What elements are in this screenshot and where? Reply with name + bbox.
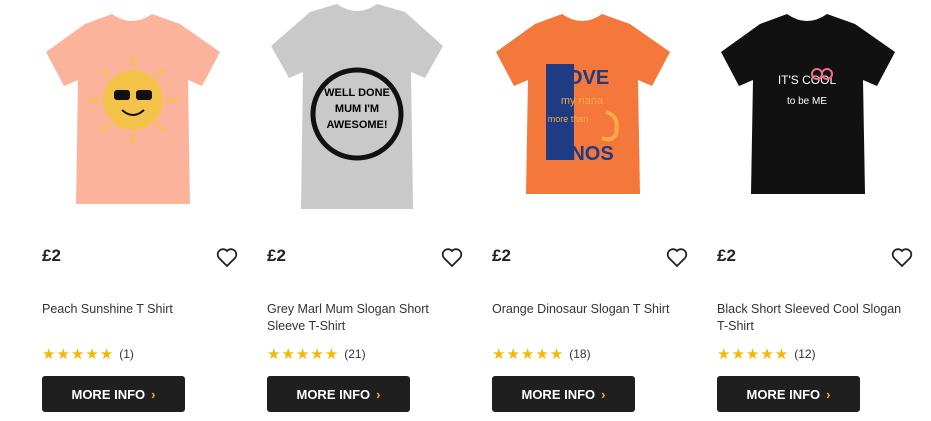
- more-info-button[interactable]: MORE INFO ›: [717, 376, 860, 412]
- product-card: WELL DONE MUM I'M AWESOME! £2 Grey Marl …: [255, 0, 463, 421]
- heart-outline-icon[interactable]: [665, 245, 689, 269]
- svg-text:IT'S COOL: IT'S COOL: [778, 73, 837, 87]
- product-title[interactable]: Grey Marl Mum Slogan Short Sleeve T-Shir…: [267, 301, 455, 335]
- chevron-right-icon: ›: [826, 386, 831, 402]
- chevron-right-icon: ›: [151, 386, 156, 402]
- star-rating-icon: ★★★★★: [717, 346, 790, 363]
- heart-outline-icon[interactable]: [215, 245, 239, 269]
- more-info-button[interactable]: MORE INFO ›: [492, 376, 635, 412]
- product-rating: ★★★★★ (18): [492, 345, 591, 363]
- review-count[interactable]: (1): [119, 347, 134, 361]
- more-info-button[interactable]: MORE INFO ›: [42, 376, 185, 412]
- product-image[interactable]: [30, 4, 235, 219]
- review-count[interactable]: (18): [569, 347, 590, 361]
- svg-text:MUM I'M: MUM I'M: [335, 103, 379, 115]
- product-price: £2: [492, 246, 511, 265]
- product-card: LOVE my nana more than DINOS £2 Orange D…: [480, 0, 688, 421]
- more-info-button[interactable]: MORE INFO ›: [267, 376, 410, 412]
- product-title[interactable]: Black Short Sleeved Cool Slogan T-Shirt: [717, 301, 905, 335]
- svg-text:DINOS: DINOS: [550, 143, 613, 165]
- product-rating: ★★★★★ (21): [267, 345, 366, 363]
- chevron-right-icon: ›: [376, 386, 381, 402]
- product-price: £2: [267, 246, 286, 265]
- product-image[interactable]: IT'S COOL to be ME: [705, 4, 910, 219]
- product-image[interactable]: WELL DONE MUM I'M AWESOME!: [255, 4, 460, 219]
- star-rating-icon: ★★★★★: [42, 346, 115, 363]
- product-price: £2: [42, 246, 61, 265]
- chevron-right-icon: ›: [601, 386, 606, 402]
- product-rating: ★★★★★ (12): [717, 345, 816, 363]
- product-title[interactable]: Peach Sunshine T Shirt: [42, 301, 230, 318]
- svg-text:my nana: my nana: [561, 95, 604, 107]
- svg-text:to be ME: to be ME: [787, 96, 827, 107]
- product-price: £2: [717, 246, 736, 265]
- svg-text:LOVE: LOVE: [555, 67, 609, 89]
- svg-text:AWESOME!: AWESOME!: [326, 119, 387, 131]
- svg-text:WELL DONE: WELL DONE: [324, 87, 390, 99]
- review-count[interactable]: (12): [794, 347, 815, 361]
- svg-text:more than: more than: [548, 114, 589, 124]
- product-image[interactable]: LOVE my nana more than DINOS: [480, 4, 685, 219]
- star-rating-icon: ★★★★★: [492, 346, 565, 363]
- heart-outline-icon[interactable]: [440, 245, 464, 269]
- product-grid: £2 Peach Sunshine T Shirt ★★★★★ (1) MORE…: [0, 0, 931, 421]
- product-rating: ★★★★★ (1): [42, 345, 134, 363]
- product-card: IT'S COOL to be ME £2 Black Short Sleeve…: [705, 0, 913, 421]
- product-title[interactable]: Orange Dinosaur Slogan T Shirt: [492, 301, 680, 318]
- star-rating-icon: ★★★★★: [267, 346, 340, 363]
- review-count[interactable]: (21): [344, 347, 365, 361]
- heart-outline-icon[interactable]: [890, 245, 914, 269]
- product-card: £2 Peach Sunshine T Shirt ★★★★★ (1) MORE…: [30, 0, 238, 421]
